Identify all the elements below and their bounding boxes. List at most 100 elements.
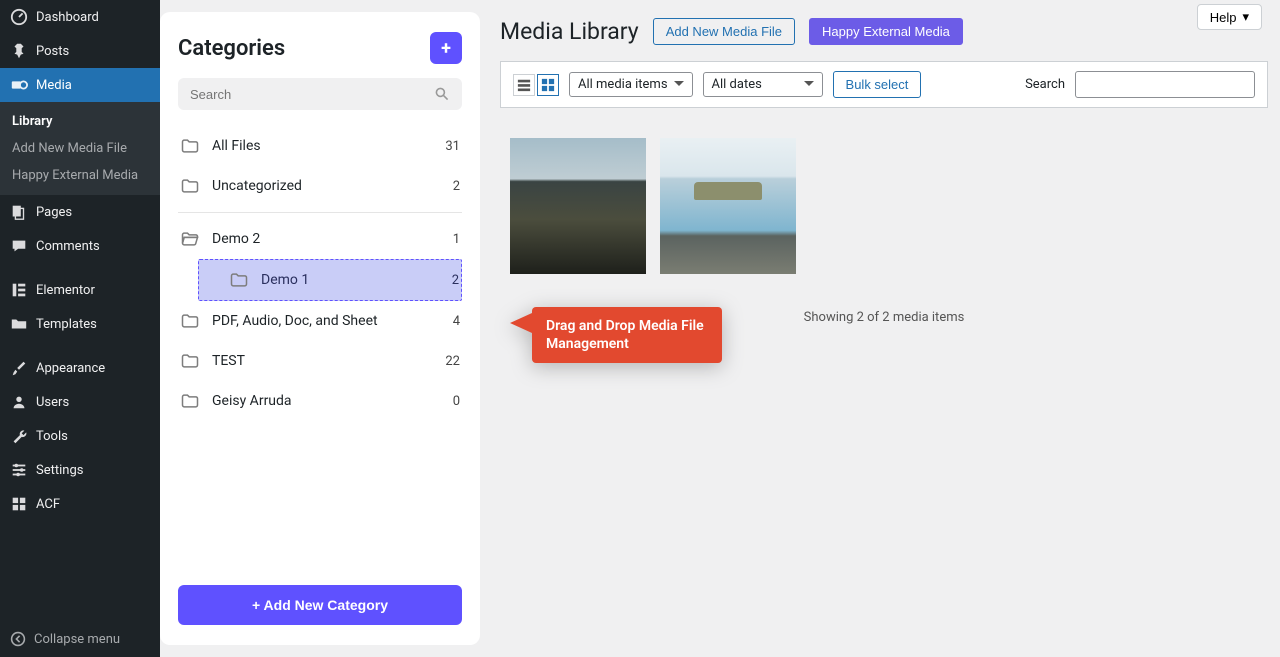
category-test[interactable]: TEST 22 (178, 341, 462, 381)
category-label: Uncategorized (212, 178, 441, 194)
admin-sidebar: Dashboard Posts Media Library Add New Me… (0, 0, 160, 657)
add-category-icon-button[interactable]: + (430, 32, 462, 64)
categories-search-input[interactable] (190, 87, 434, 102)
folder-icon (229, 270, 249, 290)
callout-tooltip: Drag and Drop Media File Management (510, 307, 722, 363)
sidebar-item-label: Appearance (36, 361, 105, 376)
sidebar-item-posts[interactable]: Posts (0, 34, 160, 68)
folder-icon (180, 311, 200, 331)
list-view-button[interactable] (513, 74, 535, 96)
elementor-icon (10, 281, 28, 299)
media-items-filter[interactable]: All media items (569, 72, 693, 97)
category-geisy[interactable]: Geisy Arruda 0 (178, 381, 462, 421)
add-new-media-button[interactable]: Add New Media File (653, 18, 795, 45)
media-item[interactable] (660, 138, 796, 274)
collapse-label: Collapse menu (34, 632, 120, 647)
happy-external-media-button[interactable]: Happy External Media (809, 18, 963, 45)
caret-down-icon: ▾ (1242, 9, 1249, 25)
category-demo1-dragging[interactable]: Demo 1 2 (198, 259, 462, 301)
pin-icon (10, 42, 28, 60)
category-label: TEST (212, 353, 433, 369)
comment-icon (10, 237, 28, 255)
category-label: Demo 2 (212, 231, 441, 247)
sidebar-sub-happy-external[interactable]: Happy External Media (0, 162, 160, 189)
category-count: 1 (453, 232, 460, 247)
sidebar-item-media[interactable]: Media (0, 68, 160, 102)
gauge-icon (10, 8, 28, 26)
category-pdf-audio[interactable]: PDF, Audio, Doc, and Sheet 4 (178, 301, 462, 341)
category-uncategorized[interactable]: Uncategorized 2 (178, 166, 462, 206)
grid-icon (10, 495, 28, 513)
media-search-input[interactable] (1075, 71, 1255, 98)
folder-icon (180, 176, 200, 196)
page-title: Media Library (500, 18, 639, 45)
sidebar-sub-add-new[interactable]: Add New Media File (0, 135, 160, 162)
divider (178, 212, 462, 213)
sidebar-item-elementor[interactable]: Elementor (0, 273, 160, 307)
sidebar-item-users[interactable]: Users (0, 385, 160, 419)
search-label: Search (1025, 77, 1065, 92)
sidebar-item-dashboard[interactable]: Dashboard (0, 0, 160, 34)
sidebar-submenu-media: Library Add New Media File Happy Externa… (0, 102, 160, 195)
categories-panel: Categories + All Files 31 Uncategorized … (160, 12, 480, 645)
page-icon (10, 203, 28, 221)
grid-view-button[interactable] (537, 74, 559, 96)
category-label: Geisy Arruda (212, 393, 441, 409)
category-all-files[interactable]: All Files 31 (178, 126, 462, 166)
sidebar-item-label: Tools (36, 429, 68, 444)
callout-arrow-icon (510, 313, 532, 333)
category-count: 31 (445, 139, 460, 154)
dates-filter[interactable]: All dates (703, 72, 823, 97)
category-label: All Files (212, 138, 433, 154)
sidebar-item-label: Dashboard (36, 10, 99, 25)
folder-open-icon (180, 229, 200, 249)
category-count: 2 (453, 179, 460, 194)
sidebar-item-label: ACF (36, 497, 60, 512)
category-label: PDF, Audio, Doc, and Sheet (212, 313, 441, 329)
grid-icon (541, 78, 555, 92)
category-count: 22 (445, 354, 460, 369)
sidebar-item-label: Templates (36, 317, 97, 332)
category-label: Demo 1 (261, 272, 440, 288)
sidebar-item-comments[interactable]: Comments (0, 229, 160, 263)
folder-icon (180, 136, 200, 156)
help-label: Help (1210, 10, 1237, 25)
sidebar-item-label: Users (36, 395, 69, 410)
add-new-category-button[interactable]: + Add New Category (178, 585, 462, 625)
sidebar-item-label: Pages (36, 205, 72, 220)
folder-icon (180, 351, 200, 371)
bulk-select-button[interactable]: Bulk select (833, 71, 922, 98)
collapse-icon (10, 631, 26, 647)
media-item[interactable] (510, 138, 646, 274)
sidebar-item-label: Media (36, 78, 72, 93)
search-icon (434, 86, 450, 102)
collapse-menu-button[interactable]: Collapse menu (0, 621, 160, 657)
folder-open-icon (10, 315, 28, 333)
sidebar-item-acf[interactable]: ACF (0, 487, 160, 521)
sidebar-item-appearance[interactable]: Appearance (0, 351, 160, 385)
sidebar-item-settings[interactable]: Settings (0, 453, 160, 487)
list-icon (517, 78, 531, 92)
plus-icon: + (441, 38, 451, 59)
folder-icon (180, 391, 200, 411)
sidebar-item-pages[interactable]: Pages (0, 195, 160, 229)
media-toolbar: All media items All dates Bulk select Se… (500, 61, 1268, 108)
sliders-icon (10, 461, 28, 479)
help-toggle-button[interactable]: Help ▾ (1197, 4, 1262, 30)
categories-title: Categories (178, 36, 285, 61)
category-demo2[interactable]: Demo 2 1 (178, 219, 462, 259)
sidebar-item-label: Settings (36, 463, 83, 478)
media-icon (10, 76, 28, 94)
category-count: 0 (453, 394, 460, 409)
category-count: 4 (453, 314, 460, 329)
wrench-icon (10, 427, 28, 445)
user-icon (10, 393, 28, 411)
categories-search[interactable] (178, 78, 462, 110)
sidebar-item-label: Elementor (36, 283, 95, 298)
sidebar-sub-library[interactable]: Library (0, 108, 160, 135)
sidebar-item-label: Comments (36, 239, 100, 254)
sidebar-item-tools[interactable]: Tools (0, 419, 160, 453)
category-count: 2 (452, 273, 459, 288)
sidebar-item-templates[interactable]: Templates (0, 307, 160, 341)
media-grid (500, 108, 1268, 292)
